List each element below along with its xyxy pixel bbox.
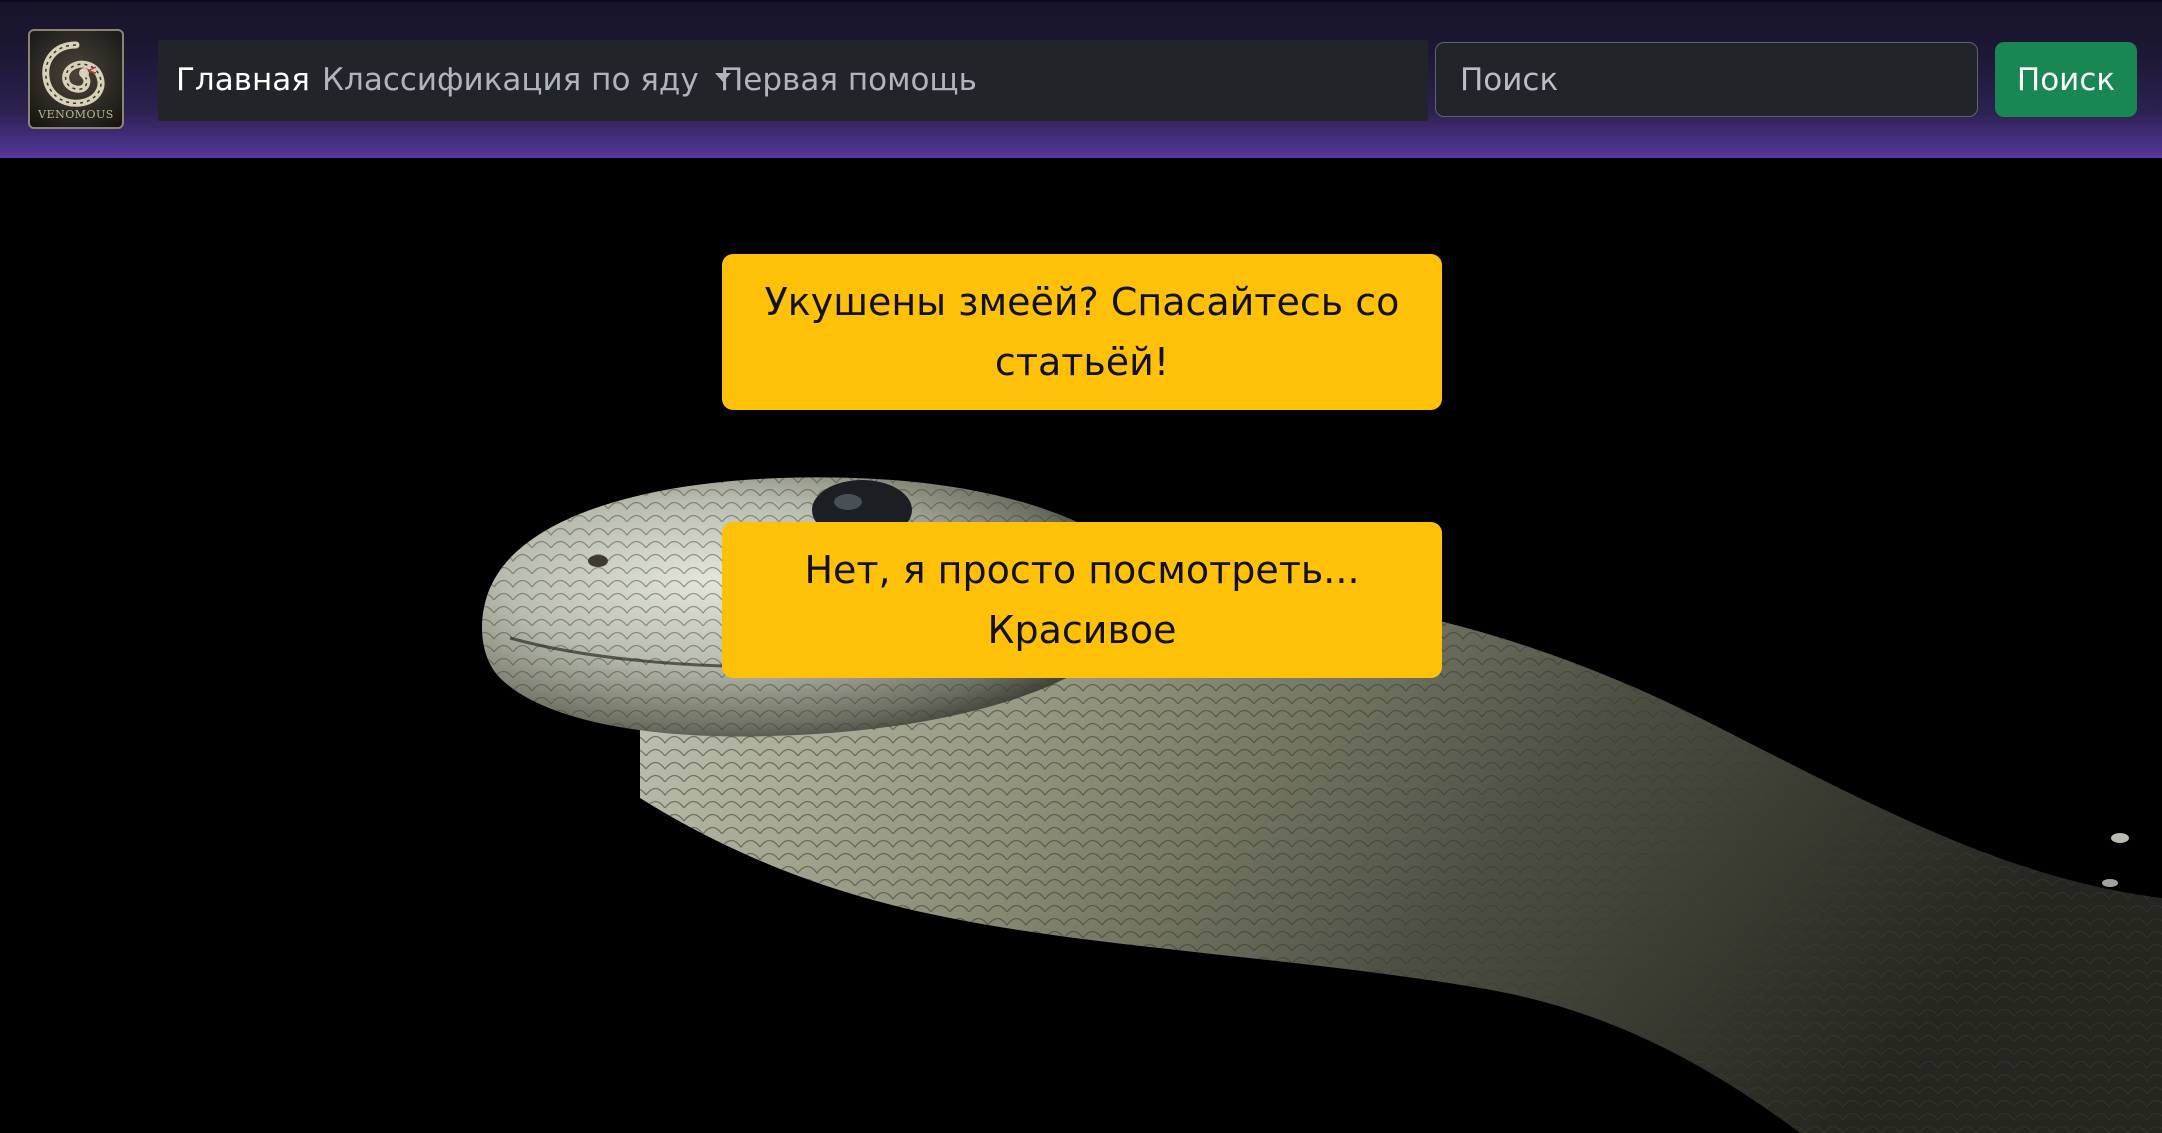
main-navbar: Главная Классификация по яду Первая помо…	[158, 40, 1428, 121]
nav-first-aid-link[interactable]: Первая помощь	[720, 40, 977, 121]
page: VENOMOUS Главная Классификация по яду Пе…	[0, 0, 2162, 1133]
site-header: VENOMOUS Главная Классификация по яду Пе…	[0, 0, 2162, 158]
search-button[interactable]: Поиск	[1995, 42, 2137, 117]
just-looking-button[interactable]: Нет, я просто посмотреть... Красивое	[722, 522, 1442, 678]
nav-classification-label: Классификация по яду	[322, 62, 699, 98]
bitten-article-button[interactable]: Укушены змеёй? Спасайтесь со статьёй!	[722, 254, 1442, 410]
nav-home-link[interactable]: Главная	[176, 40, 310, 121]
site-logo[interactable]: VENOMOUS	[28, 29, 124, 129]
search-input[interactable]	[1435, 42, 1978, 117]
hero-section: Укушены змеёй? Спасайтесь со статьёй! Не…	[0, 158, 2162, 1133]
logo-text: VENOMOUS	[38, 108, 114, 121]
nav-classification-dropdown[interactable]: Классификация по яду	[322, 40, 731, 121]
